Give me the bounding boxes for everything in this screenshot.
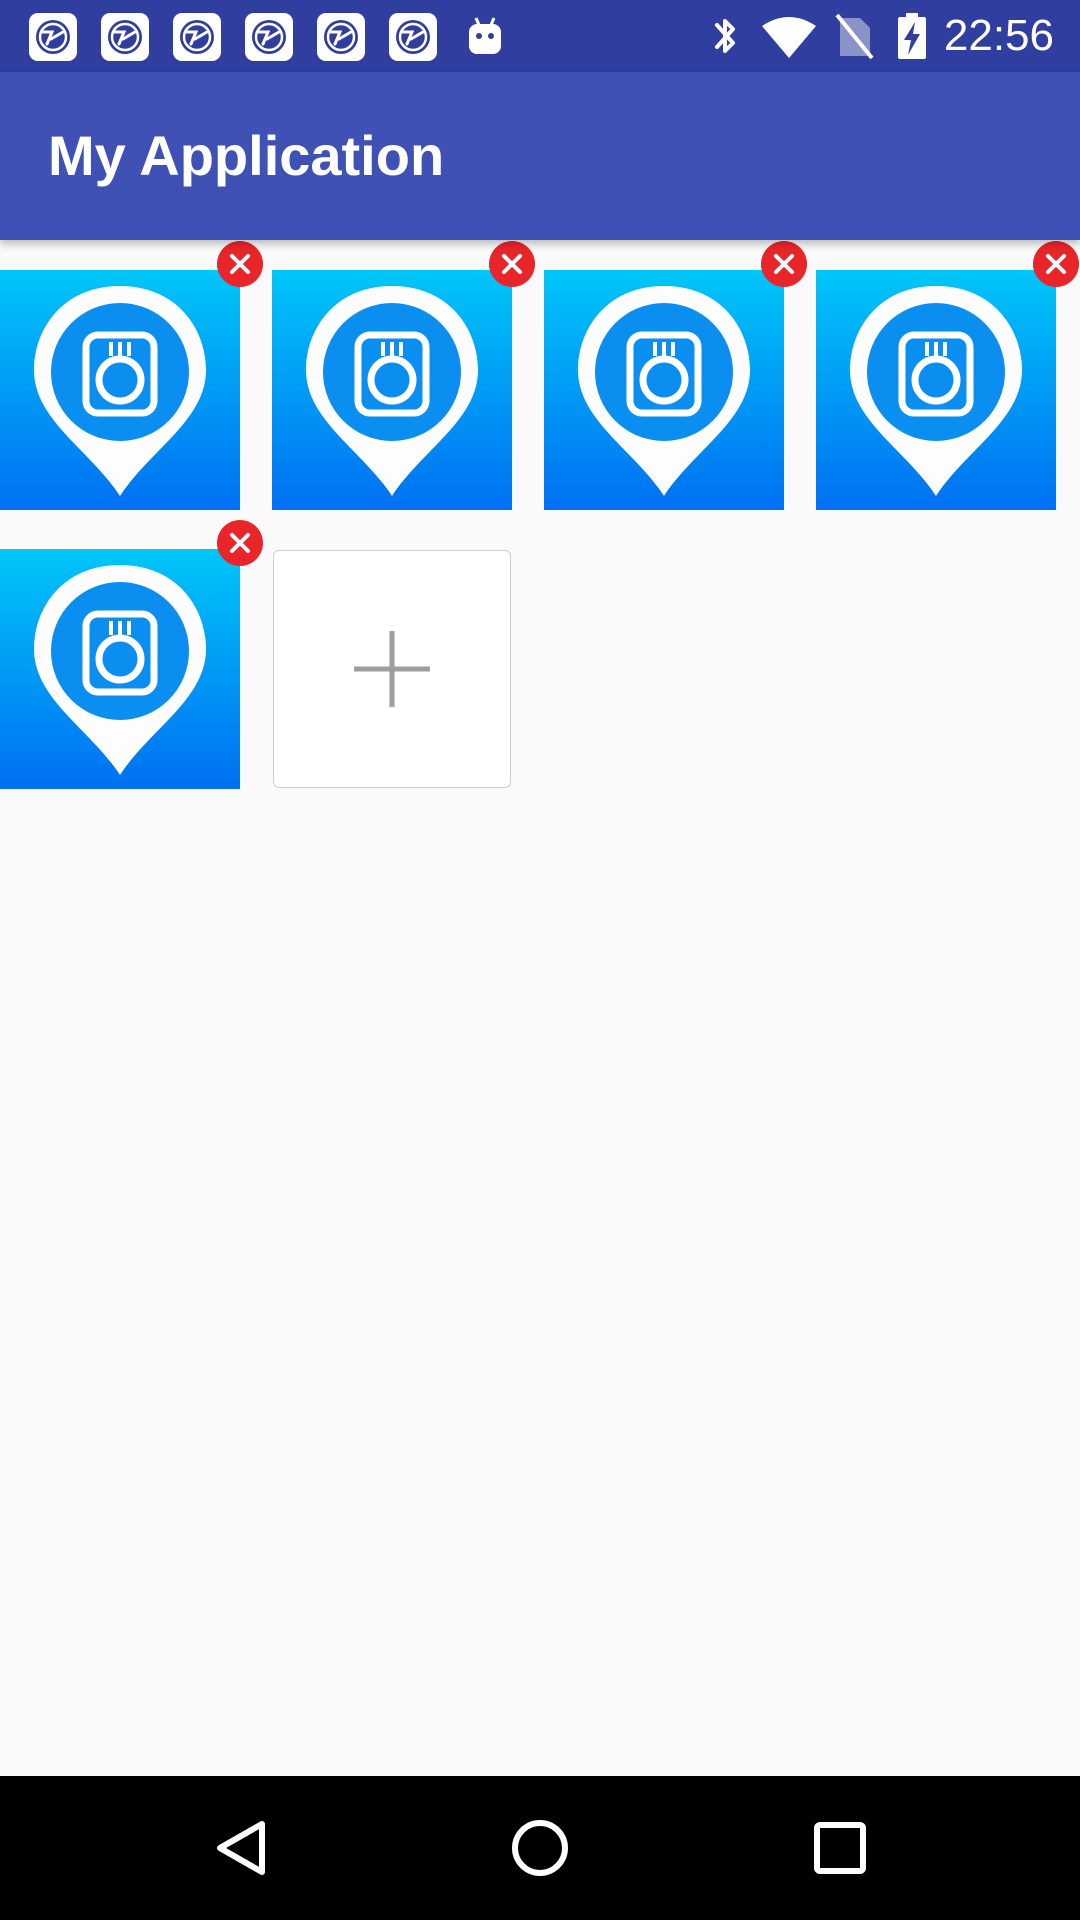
camera-pin-icon — [272, 270, 512, 510]
status-bar: 22:56 — [0, 0, 1080, 72]
photo-tile[interactable] — [0, 270, 240, 510]
app-notification-icon — [173, 13, 221, 61]
remove-icon — [1046, 254, 1066, 274]
app-title: My Application — [48, 124, 445, 187]
camera-pin-icon — [816, 270, 1056, 510]
app-notification-icon — [101, 13, 149, 61]
photo-grid — [0, 240, 1080, 1776]
remove-icon — [230, 533, 250, 553]
back-icon[interactable] — [206, 1812, 278, 1884]
photo-tile[interactable] — [0, 549, 240, 789]
camera-pin-icon — [544, 270, 784, 510]
plus-icon — [354, 631, 430, 707]
phone-screen: 22:56 My Application — [0, 0, 1080, 1920]
battery-charging-icon — [898, 13, 926, 59]
remove-photo-button[interactable] — [217, 520, 263, 566]
remove-icon — [230, 254, 250, 274]
app-notification-icon — [245, 13, 293, 61]
home-icon[interactable] — [504, 1812, 576, 1884]
no-sim-icon — [835, 13, 874, 60]
camera-pin-icon — [0, 549, 240, 789]
recents-icon[interactable] — [804, 1812, 876, 1884]
app-bar: My Application — [0, 72, 1080, 240]
app-notification-icon — [29, 13, 77, 61]
photo-tile[interactable] — [272, 270, 512, 510]
remove-icon — [774, 254, 794, 274]
app-notification-icon — [389, 13, 437, 61]
photo-tile[interactable] — [544, 270, 784, 510]
remove-photo-button[interactable] — [489, 241, 535, 287]
clock: 22:56 — [943, 11, 1054, 60]
remove-photo-button[interactable] — [217, 241, 263, 287]
remove-icon — [502, 254, 522, 274]
camera-pin-icon — [0, 270, 240, 510]
android-debug-icon — [469, 17, 501, 54]
app-notification-icon — [317, 13, 365, 61]
photo-tile[interactable] — [816, 270, 1056, 510]
remove-photo-button[interactable] — [761, 241, 807, 287]
wifi-icon — [762, 17, 816, 58]
remove-photo-button[interactable] — [1033, 241, 1079, 287]
navigation-bar — [0, 1776, 1080, 1920]
add-photo-button[interactable] — [273, 550, 511, 788]
bluetooth-icon — [715, 19, 735, 53]
